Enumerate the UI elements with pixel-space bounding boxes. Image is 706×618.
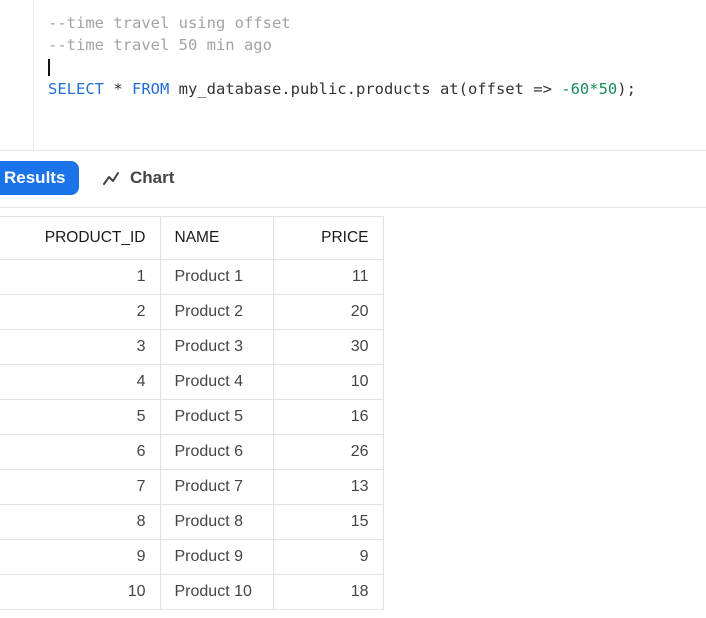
table-row: 9 Product 99 — [0, 539, 384, 575]
tab-results[interactable]: Results — [0, 161, 80, 195]
table-row: 4 Product 4 10 — [0, 364, 384, 400]
sql-editor[interactable]: --time travel using offset --time travel… — [0, 0, 706, 150]
cell-price[interactable]: 20 — [272, 294, 384, 330]
cell-name[interactable]: Product 4 — [159, 364, 274, 400]
cell-price[interactable]: 11 — [272, 259, 384, 295]
cell-name[interactable]: Product 1 — [159, 259, 274, 295]
cell-name[interactable]: Product 6 — [159, 434, 274, 470]
cell-price[interactable]: 30 — [272, 329, 384, 365]
column-header-price[interactable]: PRICE — [272, 216, 384, 260]
cell-name[interactable]: Product 3 — [159, 329, 274, 365]
editor-gutter-divider — [33, 0, 34, 150]
line-chart-icon — [103, 172, 119, 185]
cell-product-id[interactable]: 3 — [0, 329, 161, 365]
table-row: 3 Product 3 30 — [0, 329, 384, 365]
cell-product-id[interactable]: 2 — [0, 294, 161, 330]
cell-price[interactable]: 18 — [272, 574, 384, 610]
cell-product-id[interactable]: 10 — [0, 574, 161, 610]
keyword-select: SELECT — [48, 80, 104, 98]
table-row: 8 Product 8 15 — [0, 504, 384, 540]
query-offset-number: -60*50 — [561, 80, 618, 98]
cell-price[interactable]: 10 — [272, 364, 384, 400]
cell-product-id[interactable]: 8 — [0, 504, 161, 540]
column-header-name[interactable]: NAME — [159, 216, 274, 260]
cell-price[interactable]: 16 — [272, 399, 384, 435]
select-star: * — [104, 80, 132, 98]
table-row: 5 Product 5 16 — [0, 399, 384, 435]
tab-chart[interactable]: Chart — [102, 161, 174, 195]
cell-price[interactable]: 13 — [272, 469, 384, 505]
table-row: 6 Product 6 26 — [0, 434, 384, 470]
cell-price[interactable]: 9 — [272, 539, 384, 575]
query-tail: ); — [617, 80, 636, 98]
cell-product-id[interactable]: 4 — [0, 364, 161, 400]
results-table: PRODUCT_ID NAME PRICE 1 Product 1 11 2 Prod… — [0, 216, 384, 610]
code-query-line: SELECT * FROM my_database.public.product… — [48, 78, 636, 100]
table-header-row: PRODUCT_ID NAME PRICE — [0, 216, 384, 260]
table-row: 7 Product 7 13 — [0, 469, 384, 505]
cell-name[interactable]: Product 2 — [159, 294, 274, 330]
cell-name[interactable]: Product 7 — [159, 469, 274, 505]
keyword-from: FROM — [132, 80, 170, 98]
column-header-product-id[interactable]: PRODUCT_ID — [0, 216, 161, 260]
cell-name[interactable]: Product 8 — [159, 504, 274, 540]
code-comment-line-2: --time travel 50 min ago — [48, 36, 272, 54]
cell-product-id[interactable]: 9 — [0, 539, 161, 575]
table-row: 10 Product 10 18 — [0, 574, 384, 610]
code-comment-line-1: --time travel using offset — [48, 14, 291, 32]
cell-name[interactable]: Product 5 — [159, 399, 274, 435]
cell-product-id[interactable]: 5 — [0, 399, 161, 435]
query-table: my_database.public.products at(offset => — [169, 80, 562, 98]
tab-chart-label: Chart — [130, 168, 175, 187]
cell-product-id[interactable]: 1 — [0, 259, 161, 295]
cell-name[interactable]: Product 9 — [159, 539, 274, 575]
cell-price[interactable]: 26 — [272, 434, 384, 470]
cell-product-id[interactable]: 7 — [0, 469, 161, 505]
cell-price[interactable]: 15 — [272, 504, 384, 540]
cell-name[interactable]: Product 10 — [159, 574, 274, 610]
table-row: 1 Product 1 11 — [0, 259, 384, 295]
result-tab-bar: Results Chart — [0, 150, 706, 208]
code-empty-line — [48, 56, 636, 78]
code-area[interactable]: --time travel using offset --time travel… — [48, 12, 636, 100]
cell-product-id[interactable]: 6 — [0, 434, 161, 470]
table-row: 2 Product 2 20 — [0, 294, 384, 330]
text-cursor — [48, 59, 50, 76]
